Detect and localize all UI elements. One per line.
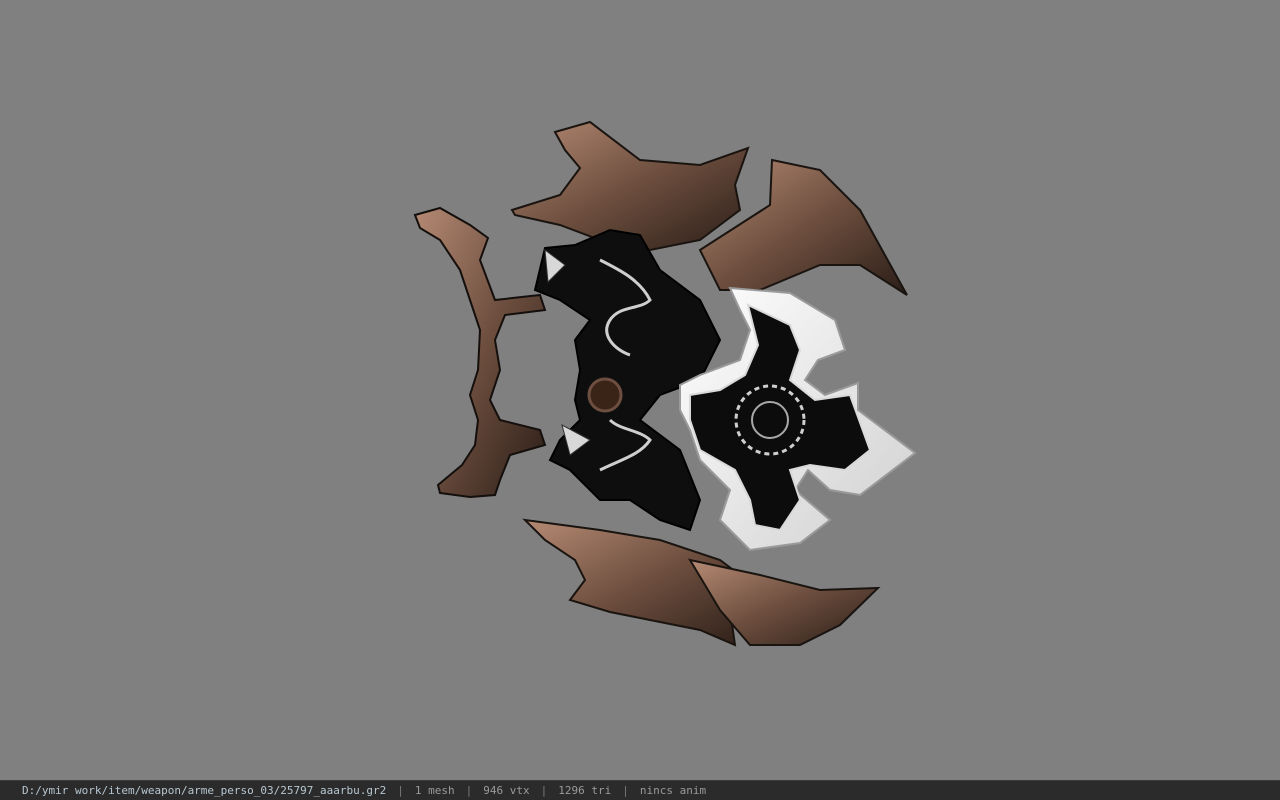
status-separator: | <box>540 784 548 797</box>
status-separator: | <box>465 784 473 797</box>
3d-viewport[interactable] <box>0 0 1280 780</box>
status-animation: nincs anim <box>639 784 707 797</box>
status-vertex-count: 946 vtx <box>483 784 530 797</box>
status-separator: | <box>622 784 629 797</box>
status-triangle-count: 1296 tri <box>558 784 612 797</box>
top-wing-shape <box>510 120 750 252</box>
core-gem <box>587 377 623 413</box>
status-separator: | <box>397 784 404 797</box>
weapon-model[interactable] <box>0 0 1280 780</box>
status-bar: D:/ymir work/item/weapon/arme_perso_03/2… <box>0 780 1280 800</box>
left-arc-shape <box>413 206 547 499</box>
status-mesh-count: 1 mesh <box>414 784 455 797</box>
status-file-path: D:/ymir work/item/weapon/arme_perso_03/2… <box>22 784 387 797</box>
